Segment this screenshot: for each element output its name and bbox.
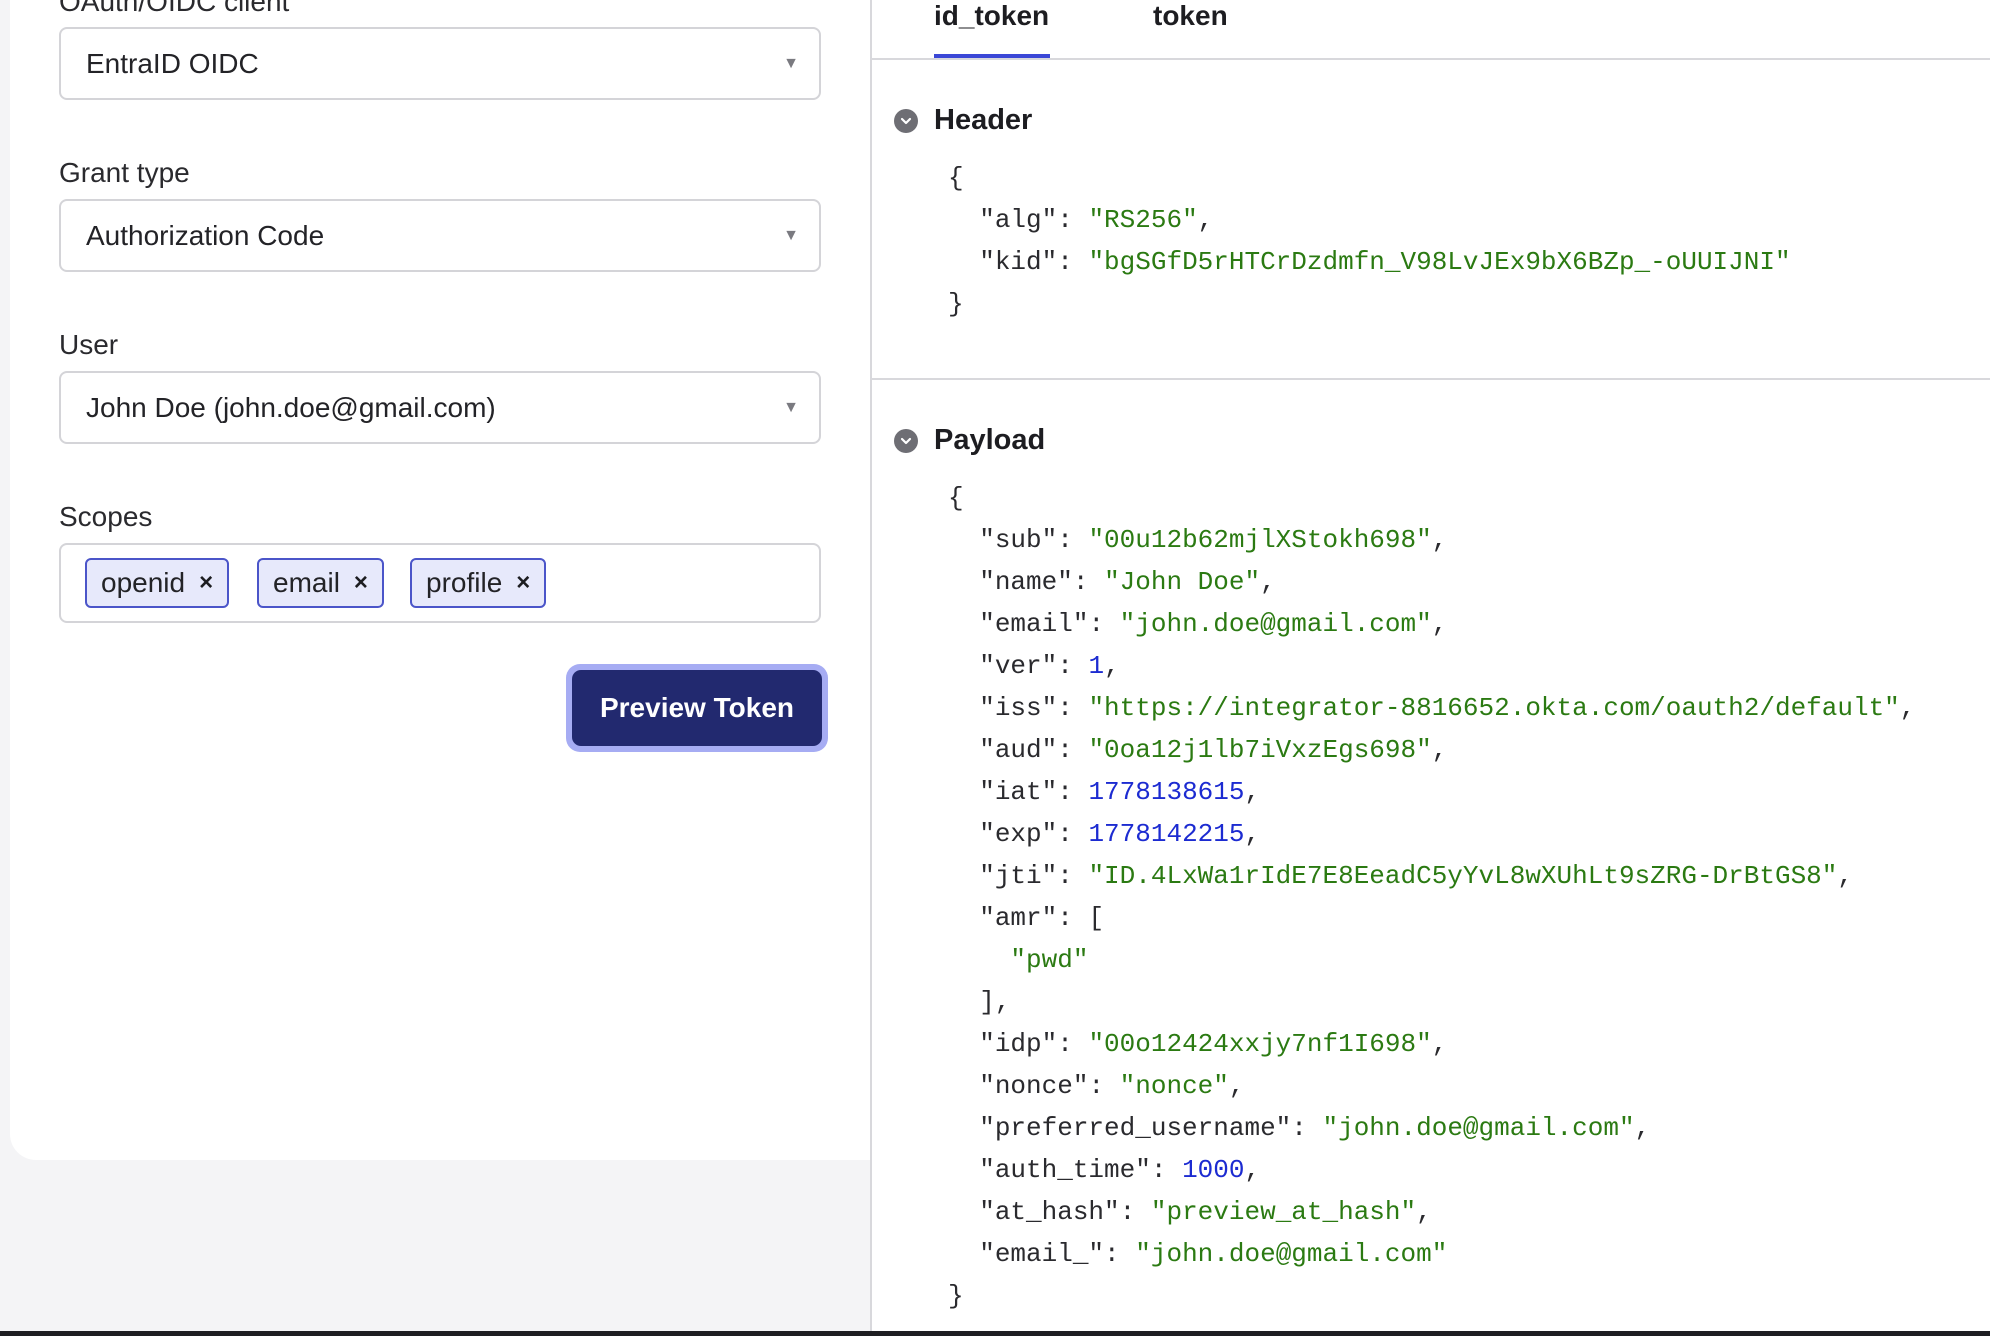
- json-key: "auth_time": [979, 1155, 1151, 1185]
- user-select[interactable]: John Doe (john.doe@gmail.com) ▼: [59, 371, 821, 444]
- scope-chip-profile: profile ×: [410, 558, 547, 608]
- json-line: "alg": "RS256",: [979, 205, 1214, 235]
- json-line: "amr": [: [979, 903, 1105, 933]
- json-value: "john.doe@gmail.com": [1119, 609, 1432, 639]
- payload-section-toggle[interactable]: Payload: [894, 424, 1045, 457]
- json-value: "nonce": [1119, 1071, 1229, 1101]
- grant-type-label: Grant type: [59, 157, 190, 188]
- json-line: "pwd": [948, 939, 1915, 981]
- header-json: { "alg": "RS256", "kid": "bgSGfD5rHTCrDz…: [948, 157, 1791, 325]
- json-key: "iss": [979, 693, 1058, 723]
- scope-chip-label: profile: [426, 567, 503, 598]
- user-select-value: John Doe (john.doe@gmail.com): [86, 391, 496, 423]
- json-value: "00u12b62mjlXStokh698": [1088, 525, 1432, 555]
- chevron-down-icon: ▼: [783, 226, 799, 244]
- json-value: "https://integrator-8816652.okta.com/oau…: [1088, 693, 1900, 723]
- json-key: "idp": [979, 1029, 1058, 1059]
- json-line: "ver": 1,: [979, 651, 1120, 681]
- json-value: 1778142215: [1088, 819, 1245, 849]
- json-value: "john.doe@gmail.com": [1135, 1239, 1448, 1269]
- json-line: "iat": 1778138615,: [979, 777, 1261, 807]
- json-line: "iss": "https://integrator-8816652.okta.…: [979, 693, 1916, 723]
- json-key: "email": [979, 609, 1089, 639]
- json-key: "name": [979, 567, 1073, 597]
- json-line: "at_hash": "preview_at_hash",: [979, 1197, 1432, 1227]
- json-value: "0oa12j1lb7iVxzEgs698": [1088, 735, 1432, 765]
- json-line: "email_": "john.doe@gmail.com": [979, 1239, 1448, 1269]
- json-key: "sub": [979, 525, 1058, 555]
- json-value: 1000: [1182, 1155, 1245, 1185]
- json-value: "00o12424xxjy7nf1I698": [1088, 1029, 1432, 1059]
- scopes-input[interactable]: openid × email × profile ×: [59, 543, 821, 623]
- json-line: }: [948, 289, 964, 319]
- remove-icon[interactable]: ×: [354, 569, 368, 597]
- client-label: OAuth/OIDC client: [59, 0, 290, 17]
- header-section-title: Header: [934, 104, 1033, 136]
- client-select-value: EntraID OIDC: [86, 47, 259, 79]
- json-line: "email": "john.doe@gmail.com",: [979, 609, 1448, 639]
- client-select[interactable]: EntraID OIDC ▼: [59, 27, 821, 100]
- json-key: "amr": [979, 903, 1058, 933]
- json-value: 1778138615: [1088, 777, 1245, 807]
- json-line: "sub": "00u12b62mjlXStokh698",: [979, 525, 1448, 555]
- json-line: }: [948, 1281, 964, 1311]
- json-key: "at_hash": [979, 1197, 1120, 1227]
- chevron-down-icon: ▼: [783, 54, 799, 72]
- json-line: "name": "John Doe",: [979, 567, 1276, 597]
- json-key: "kid": [979, 247, 1058, 277]
- json-line: "auth_time": 1000,: [979, 1155, 1261, 1185]
- payload-section-title: Payload: [934, 424, 1046, 456]
- json-line: {: [948, 163, 964, 193]
- preview-token-button[interactable]: Preview Token: [566, 664, 828, 752]
- user-label: User: [59, 329, 119, 360]
- json-line: "exp": 1778142215,: [979, 819, 1261, 849]
- json-key: "alg": [979, 205, 1058, 235]
- header-section-toggle[interactable]: Header: [894, 104, 1032, 137]
- json-value: 1: [1088, 651, 1105, 681]
- scopes-label: Scopes: [59, 501, 153, 532]
- json-key: "ver": [979, 651, 1058, 681]
- json-line: "nonce": "nonce",: [979, 1071, 1245, 1101]
- preview-token-button-label: Preview Token: [572, 670, 822, 746]
- json-key: "iat": [979, 777, 1058, 807]
- json-line: "aud": "0oa12j1lb7iVxzEgs698",: [979, 735, 1448, 765]
- json-key: "email_": [979, 1239, 1105, 1269]
- remove-icon[interactable]: ×: [199, 569, 213, 597]
- json-value: "John Doe": [1104, 567, 1261, 597]
- json-value: "john.doe@gmail.com": [1322, 1113, 1635, 1143]
- json-line: "kid": "bgSGfD5rHTCrDzdmfn_V98LvJEx9bX6B…: [979, 247, 1791, 277]
- scope-chip-email: email ×: [257, 558, 384, 608]
- remove-icon[interactable]: ×: [516, 569, 530, 597]
- json-value: "pwd": [1010, 945, 1089, 975]
- payload-json: { "sub": "00u12b62mjlXStokh698", "name":…: [948, 477, 1915, 1317]
- tabs-divider: [872, 58, 1990, 60]
- section-divider: [872, 378, 1990, 380]
- json-key: "aud": [979, 735, 1058, 765]
- scope-chip-openid: openid ×: [85, 558, 230, 608]
- json-line: "idp": "00o12424xxjy7nf1I698",: [979, 1029, 1448, 1059]
- chevron-down-circle-icon: [894, 428, 918, 453]
- json-line: {: [948, 483, 964, 513]
- token-preview-panel: id_token token Header { "alg": "RS256", …: [870, 0, 1990, 1336]
- scope-chip-label: email: [273, 567, 340, 598]
- chevron-down-circle-icon: [894, 108, 918, 133]
- tab-id-token[interactable]: id_token: [934, 0, 1049, 32]
- json-key: "nonce": [979, 1071, 1089, 1101]
- json-value: "ID.4LxWa1rIdE7E8EeadC5yYvL8wXUhLt9sZRG-…: [1088, 861, 1838, 891]
- json-line: "jti": "ID.4LxWa1rIdE7E8EeadC5yYvL8wXUhL…: [979, 861, 1853, 891]
- json-line: ],: [979, 987, 1011, 1017]
- json-key: "exp": [979, 819, 1058, 849]
- json-value: "bgSGfD5rHTCrDzdmfn_V98LvJEx9bX6BZp_-oUU…: [1088, 247, 1791, 277]
- json-key: "jti": [979, 861, 1058, 891]
- json-line: "preferred_username": "john.doe@gmail.co…: [979, 1113, 1651, 1143]
- json-value: "RS256": [1088, 205, 1198, 235]
- json-value: "preview_at_hash": [1150, 1197, 1417, 1227]
- window-bottom-edge: [0, 1331, 1990, 1336]
- grant-type-select[interactable]: Authorization Code ▼: [59, 199, 821, 272]
- tab-token[interactable]: token: [1153, 0, 1228, 32]
- scope-chip-label: openid: [101, 567, 186, 598]
- json-key: "preferred_username": [979, 1113, 1292, 1143]
- grant-type-value: Authorization Code: [86, 219, 325, 251]
- chevron-down-icon: ▼: [783, 398, 799, 416]
